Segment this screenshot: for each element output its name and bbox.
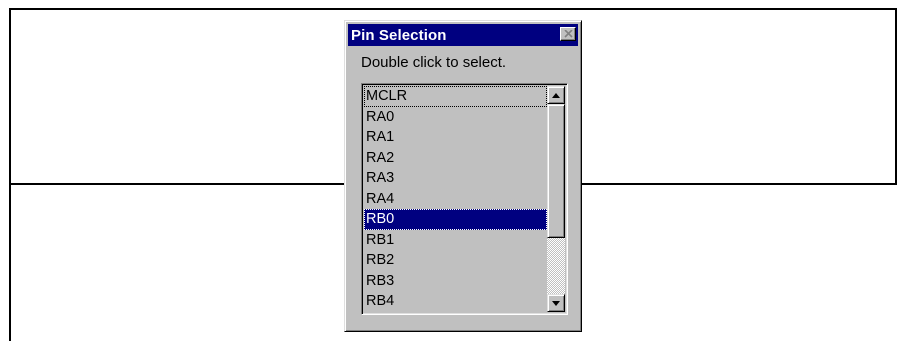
title-bar[interactable]: Pin Selection — [348, 24, 578, 46]
arrow-up-icon — [552, 92, 560, 98]
pin-listbox[interactable]: MCLR RA0 RA1 RA2 RA3 RA4 RB0 RB1 RB2 RB3 RB4 — [361, 83, 568, 315]
instruction-text: Double click to select. — [361, 54, 507, 71]
window-title: Pin Selection — [351, 26, 447, 44]
list-item-ra3[interactable]: RA3 — [364, 168, 547, 189]
list-item-ra1[interactable]: RA1 — [364, 127, 547, 148]
scroll-down-button[interactable] — [547, 294, 565, 312]
close-button[interactable] — [560, 27, 576, 41]
pin-list: MCLR RA0 RA1 RA2 RA3 RA4 RB0 RB1 RB2 RB3 RB4 — [364, 86, 547, 312]
list-item-ra0[interactable]: RA0 — [364, 107, 547, 128]
pin-selection-dialog: Pin Selection Double click to select. MC… — [344, 20, 582, 332]
vertical-scrollbar[interactable] — [547, 86, 565, 312]
list-item-ra4[interactable]: RA4 — [364, 189, 547, 210]
list-item-rb4[interactable]: RB4 — [364, 291, 547, 312]
scroll-up-button[interactable] — [547, 86, 565, 104]
arrow-down-icon — [552, 300, 560, 306]
list-item-rb1[interactable]: RB1 — [364, 230, 547, 251]
list-item-ra2[interactable]: RA2 — [364, 148, 547, 169]
list-item-rb2[interactable]: RB2 — [364, 250, 547, 271]
list-item-mclr[interactable]: MCLR — [364, 86, 547, 107]
scroll-thumb[interactable] — [547, 104, 565, 238]
list-item-rb0[interactable]: RB0 — [364, 209, 547, 230]
frame-right-line — [895, 8, 897, 184]
close-icon — [563, 30, 573, 38]
list-item-rb3[interactable]: RB3 — [364, 271, 547, 292]
frame-top-line — [9, 8, 897, 10]
frame-left-line — [9, 8, 11, 341]
